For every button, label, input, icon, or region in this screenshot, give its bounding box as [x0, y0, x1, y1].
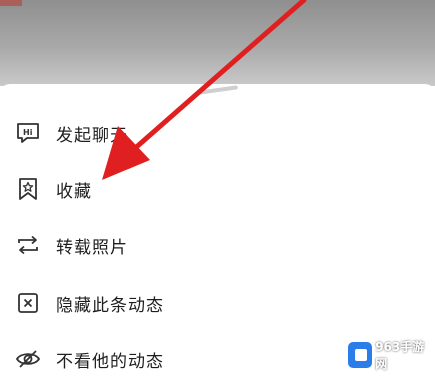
backdrop-fragment — [0, 0, 22, 6]
menu-item-label: 转载照片 — [56, 237, 128, 258]
menu-item-favorite[interactable]: 收藏 — [0, 166, 435, 212]
menu-item-label: 隐藏此条动态 — [56, 295, 164, 316]
hide-box-x-icon — [14, 289, 42, 317]
site-logo-icon — [348, 342, 373, 368]
menu-item-label: 收藏 — [56, 181, 92, 202]
menu-item-hide-post[interactable]: 隐藏此条动态 — [0, 280, 435, 326]
chat-hi-icon: Hi — [14, 119, 42, 147]
watermark: 963手游网 — [348, 339, 432, 371]
repost-icon — [14, 231, 42, 259]
menu-item-label: 发起聊天 — [56, 125, 128, 146]
dimmed-backdrop[interactable] — [0, 0, 435, 86]
watermark-text: 963手游网 — [375, 340, 425, 371]
eye-off-icon — [14, 345, 42, 373]
menu-item-repost-photo[interactable]: 转载照片 — [0, 222, 435, 268]
svg-text:Hi: Hi — [23, 128, 33, 137]
menu-item-label: 不看他的动态 — [56, 351, 164, 372]
bookmark-star-icon — [14, 175, 42, 203]
menu-item-start-chat[interactable]: Hi 发起聊天 — [0, 110, 435, 156]
